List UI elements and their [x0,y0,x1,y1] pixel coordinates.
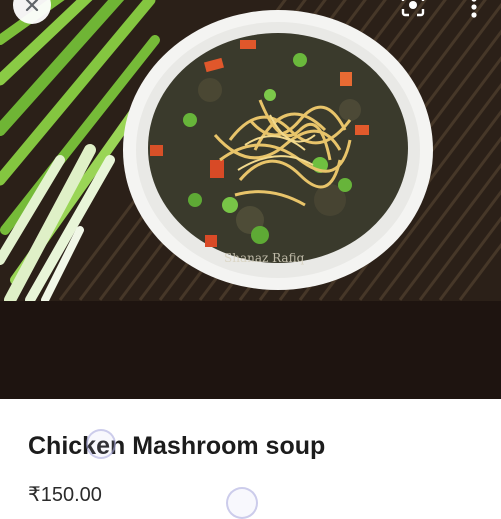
soup-photo-image: Shanaz Rafiq [0,0,501,301]
touch-indicator [226,487,258,519]
svg-text:Shanaz Rafiq: Shanaz Rafiq [224,251,305,265]
product-title: Chicken Mashroom soup [28,432,326,460]
product-photo: Shanaz Rafiq [0,0,501,301]
product-price: ₹150.00 [28,484,102,506]
image-caption-band [0,301,501,399]
lens-icon [401,0,425,17]
close-icon [25,0,39,12]
more-options-button[interactable] [466,0,482,20]
lens-button[interactable] [398,0,428,20]
touch-indicator [86,429,116,459]
more-vert-icon [471,0,477,18]
